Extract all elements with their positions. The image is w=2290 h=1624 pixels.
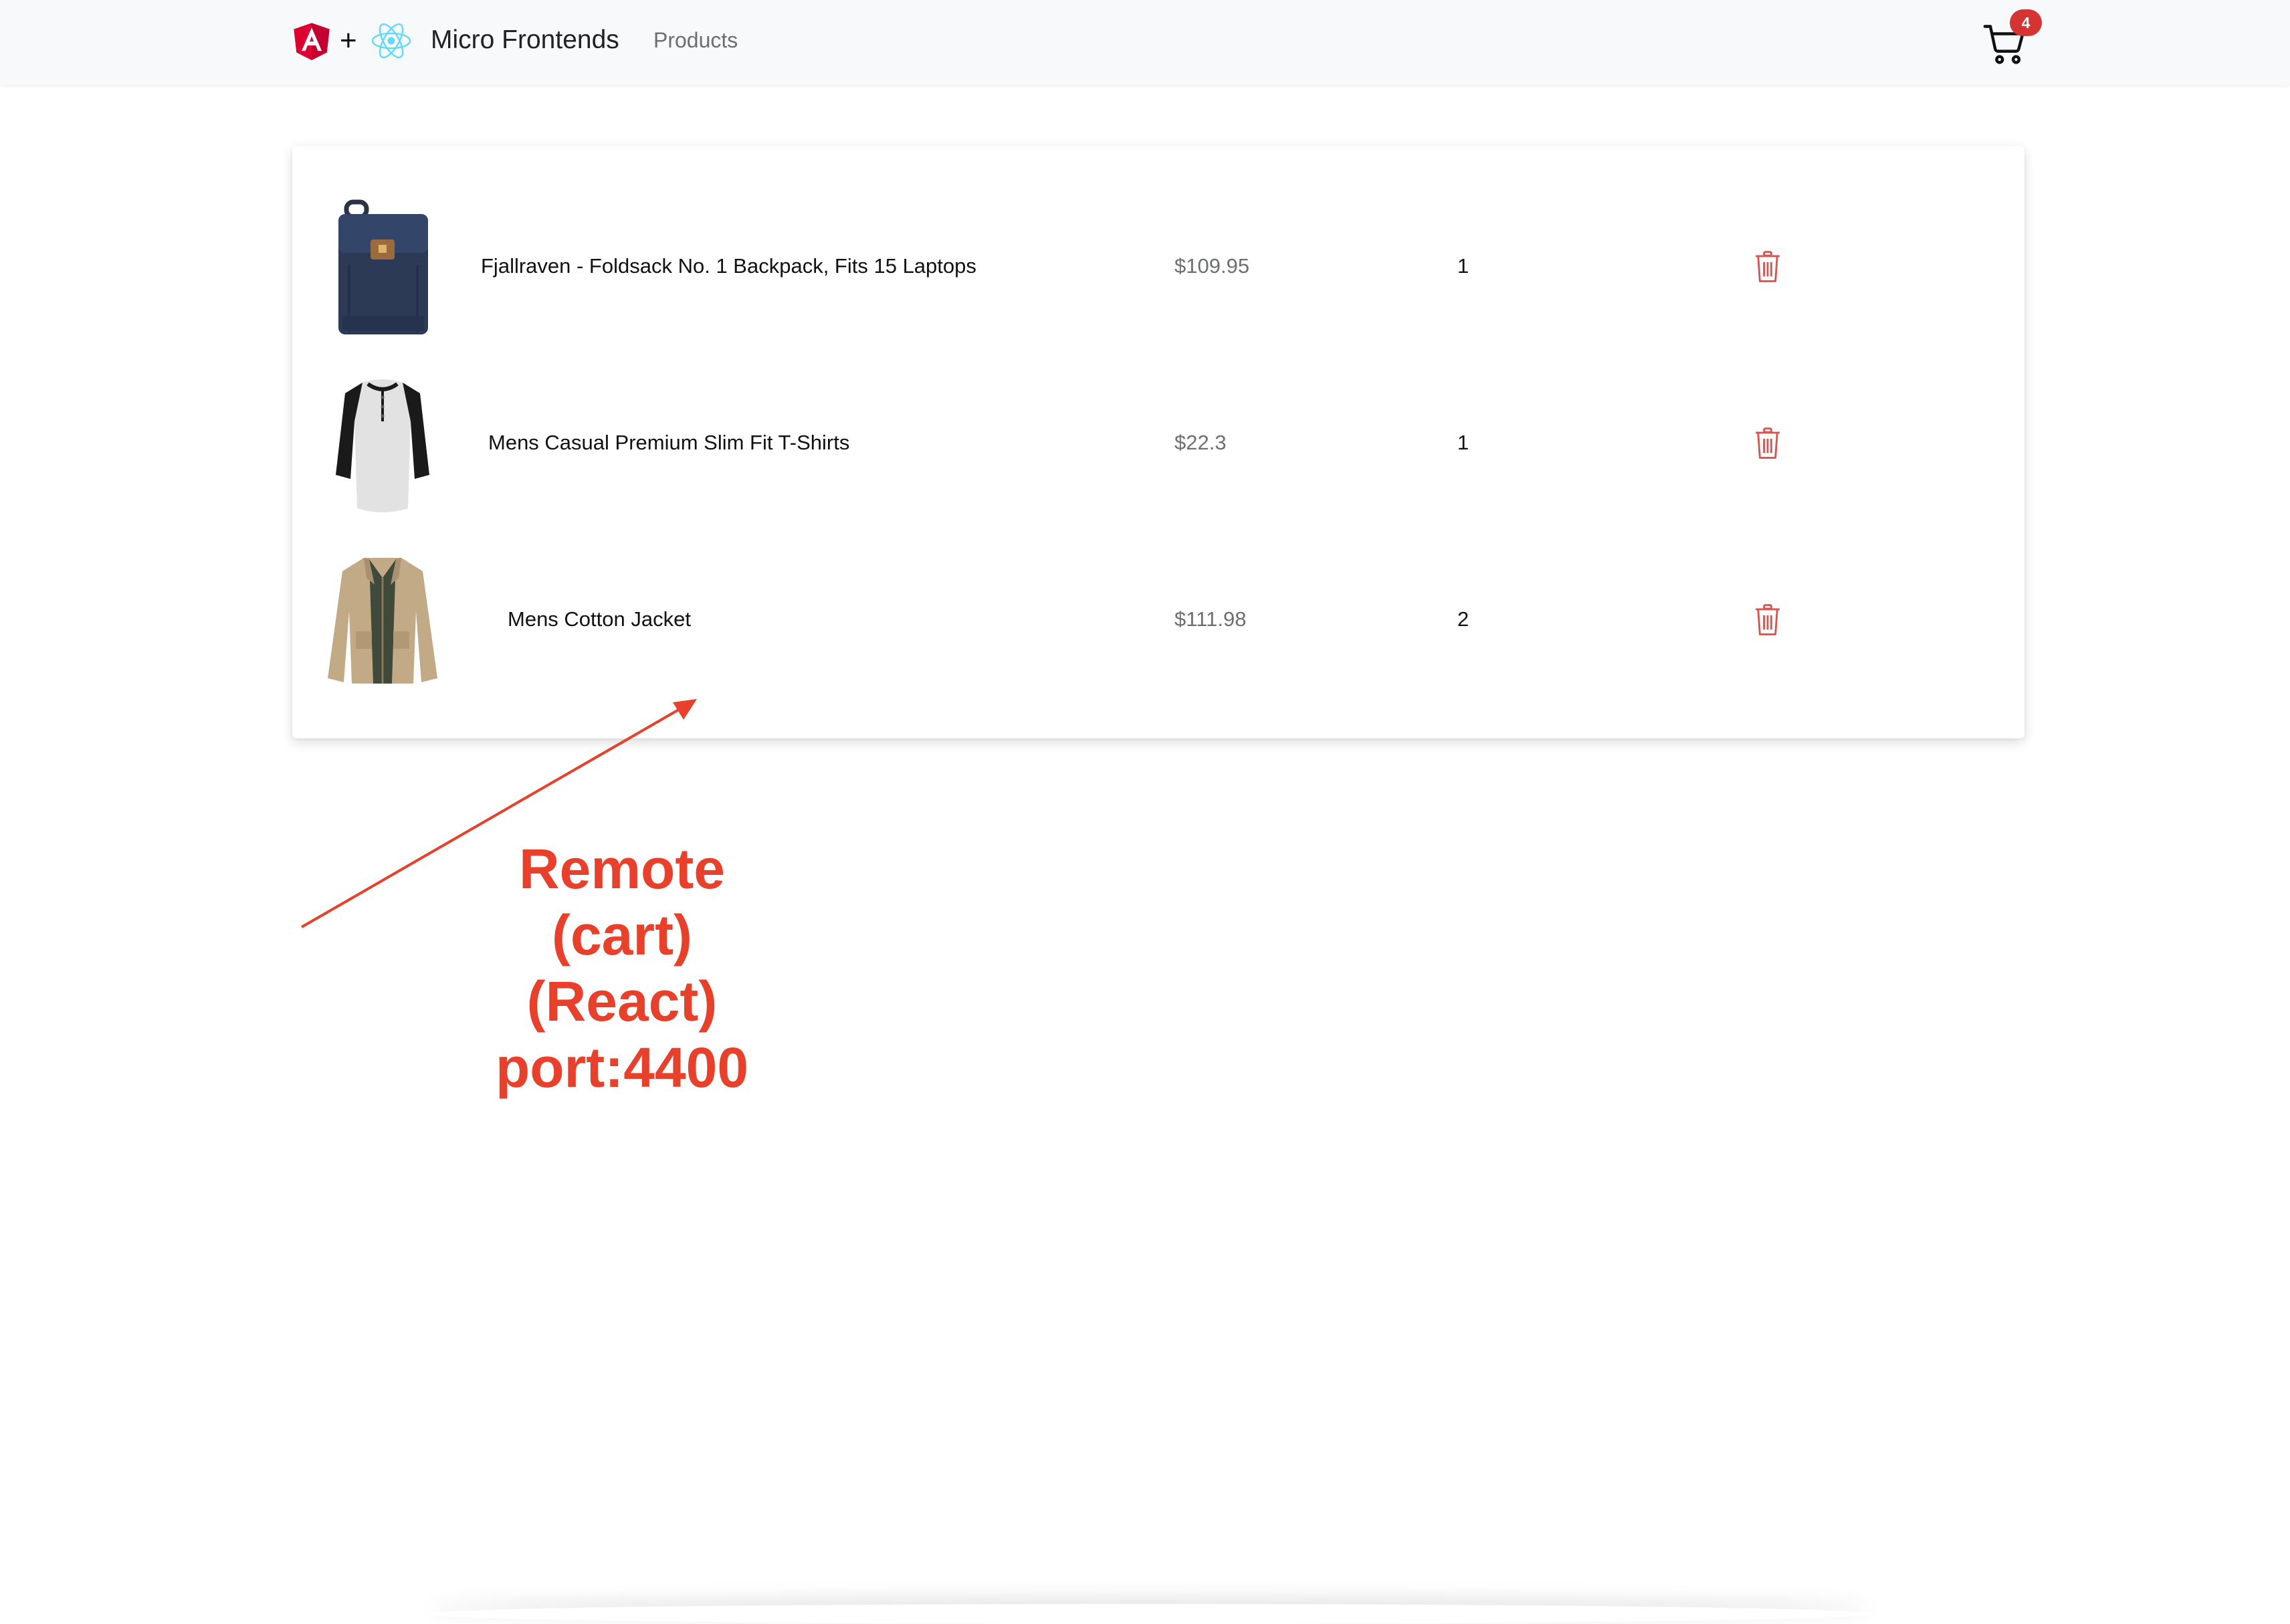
footer-shadow: [428, 1604, 1873, 1624]
cart-item-row: Mens Cotton Jacket $111.98 2: [292, 534, 2024, 710]
cart-item-price: $111.98: [1174, 607, 1247, 631]
cart-item-name: Mens Casual Premium Slim Fit T-Shirts: [488, 431, 850, 454]
backpack-image: [338, 199, 428, 334]
delete-item-button[interactable]: [1753, 427, 1782, 460]
cart-item-quantity: 1: [1457, 254, 1469, 278]
delete-item-button[interactable]: [1753, 250, 1782, 284]
cart-item-quantity: 1: [1457, 431, 1469, 454]
cart-item-name: Fjallraven - Foldsack No. 1 Backpack, Fi…: [481, 254, 976, 278]
trash-icon: [1756, 604, 1780, 635]
brand-title[interactable]: Micro Frontends: [431, 20, 619, 60]
cart-item-row: Fjallraven - Foldsack No. 1 Backpack, Fi…: [292, 181, 2024, 357]
cart-button[interactable]: 4: [1980, 9, 2047, 70]
nav-link-products[interactable]: Products: [653, 23, 738, 58]
cart-item-price: $22.3: [1174, 431, 1227, 454]
brand-plus-sign: +: [340, 24, 357, 57]
angular-logo-icon[interactable]: [292, 19, 331, 62]
trash-icon: [1756, 427, 1780, 459]
annotation-line: (cart): [551, 904, 693, 967]
jacket-image: [328, 558, 437, 684]
navbar: + Micro Frontends Products 4: [0, 0, 2290, 85]
annotation-line: port:4400: [495, 1036, 749, 1099]
cart-item-price: $109.95: [1174, 254, 1250, 278]
delete-item-button[interactable]: [1753, 603, 1782, 637]
annotation-line: Remote: [518, 837, 726, 900]
cart-item-row: Mens Casual Premium Slim Fit T-Shirts $2…: [292, 357, 2024, 534]
annotation-line: (React): [526, 970, 718, 1033]
cart-item-name: Mens Cotton Jacket: [508, 607, 691, 631]
cart-list-card: Fjallraven - Foldsack No. 1 Backpack, Fi…: [292, 146, 2024, 738]
trash-icon: [1756, 251, 1780, 282]
tshirt-image: [336, 379, 429, 512]
annotation-label: Remote (cart) (React) port:4400: [428, 836, 816, 1101]
cart-count-badge: 4: [2010, 9, 2042, 36]
react-logo-icon[interactable]: [370, 19, 413, 62]
cart-item-quantity: 2: [1457, 607, 1469, 631]
